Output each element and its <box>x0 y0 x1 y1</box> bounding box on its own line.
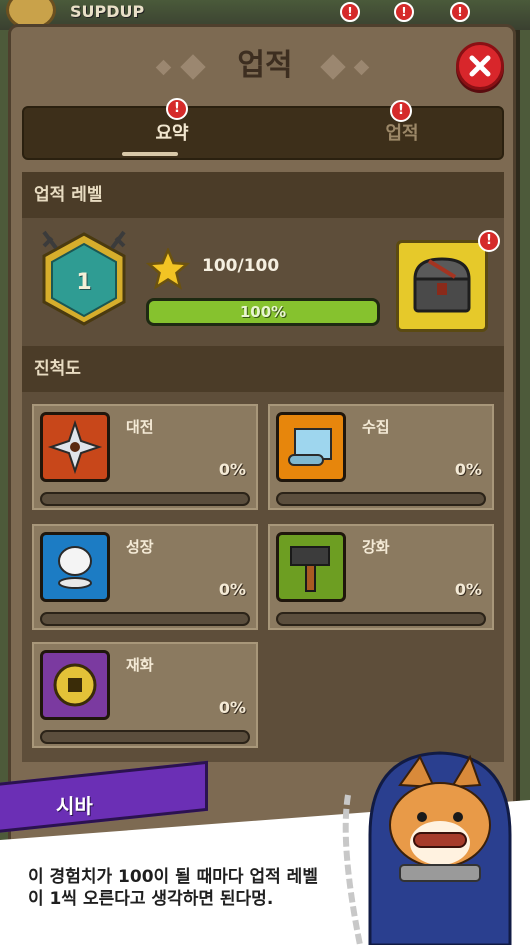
achievement-card-battle[interactable]: 대전 0% <box>32 404 258 510</box>
shuriken-vs-icon <box>47 419 103 475</box>
card-name: 대전 <box>126 418 154 436</box>
progress-section-header: 진척도 <box>22 346 504 392</box>
tab-summary-alert-badge: ! <box>166 98 188 120</box>
treasure-chest-icon <box>413 257 471 313</box>
reward-alert-badge: ! <box>478 230 500 252</box>
rice-cake-icon <box>58 546 92 589</box>
card-name: 강화 <box>362 538 390 556</box>
hammer-icon <box>290 546 330 592</box>
card-percent: 0% <box>218 698 246 717</box>
tab-summary[interactable]: 요약 <box>112 114 232 154</box>
card-progress-bar <box>40 612 250 626</box>
level-reward-chest-button[interactable] <box>396 240 488 332</box>
card-percent: 0% <box>218 580 246 599</box>
background-alert-badge: ! <box>450 2 470 22</box>
achievement-card-currency[interactable]: 재화 0% <box>32 642 258 748</box>
close-icon <box>469 55 491 77</box>
close-button[interactable] <box>456 42 504 90</box>
currency-icon-box <box>40 650 110 720</box>
background-alert-badge: ! <box>340 2 360 22</box>
growth-icon-box <box>40 532 110 602</box>
achievement-card-collection[interactable]: 수집 0% <box>268 404 494 510</box>
experience-percent: 100% <box>239 303 287 321</box>
battle-icon-box <box>40 412 110 482</box>
card-name: 재화 <box>126 656 154 674</box>
tab-achievements-alert-badge: ! <box>390 100 412 122</box>
star-icon <box>146 248 190 290</box>
card-progress-bar <box>40 730 250 744</box>
tutorial-dialog-text: 이 경험치가 100이 될 때마다 업적 레벨이 1씩 오른다고 생각하면 된다… <box>28 867 318 909</box>
coin-icon <box>53 663 97 707</box>
achievement-card-growth[interactable]: 성장 0% <box>32 524 258 630</box>
card-name: 수집 <box>362 418 390 436</box>
background-alert-badge: ! <box>394 2 414 22</box>
level-section-header: 업적 레벨 <box>22 172 504 218</box>
tab-bar: 요약 업적 <box>22 106 504 160</box>
achievement-card-enhance[interactable]: 강화 0% <box>268 524 494 630</box>
card-percent: 0% <box>454 580 482 599</box>
experience-progress-bar: 100% <box>146 298 380 326</box>
level-number: 1 <box>76 270 92 295</box>
collection-icon-box <box>276 412 346 482</box>
shiba-ninja-character <box>342 751 512 945</box>
level-emblem: 1 <box>38 226 130 336</box>
active-tab-indicator <box>122 152 178 156</box>
enhance-icon-box <box>276 532 346 602</box>
scroll-icon <box>288 428 332 466</box>
dialog-title: 업적 <box>237 48 293 83</box>
card-percent: 0% <box>218 460 246 479</box>
experience-text: 100/100 <box>202 256 280 276</box>
card-percent: 0% <box>454 460 482 479</box>
card-progress-bar <box>276 492 486 506</box>
card-name: 성장 <box>126 538 154 556</box>
background-title: SUPDUP <box>70 2 145 21</box>
card-progress-bar <box>40 492 250 506</box>
speaker-name: 시바 <box>56 794 93 818</box>
card-progress-bar <box>276 612 486 626</box>
